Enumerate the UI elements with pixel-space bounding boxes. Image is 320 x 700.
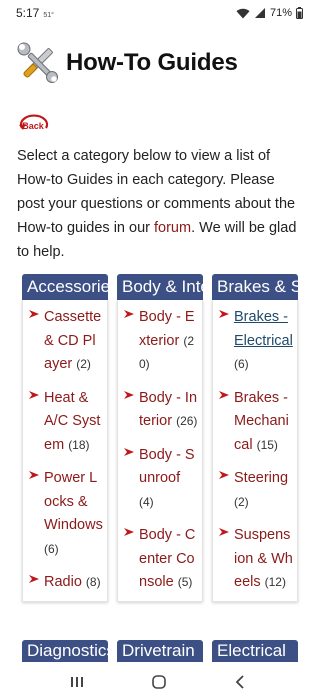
list-item-text: Body - Interior (26) — [139, 387, 198, 434]
list-item[interactable]: Power Locks & Windows (6) — [29, 467, 103, 561]
category-header-diagnostics[interactable]: Diagnostics — [22, 640, 108, 662]
arrow-bullet-icon — [219, 467, 229, 514]
list-item-text: Brakes - Electrical (6) — [234, 306, 293, 377]
list-item-text: Brakes - Mechanical (15) — [234, 387, 293, 458]
guide-count: (18) — [68, 437, 90, 452]
list-item-text: Heat & A/C System (18) — [44, 387, 103, 458]
signal-icon — [254, 7, 266, 19]
guide-link[interactable]: Steering — [234, 470, 288, 486]
list-item[interactable]: Heat & A/C System (18) — [29, 387, 103, 458]
back-label: Back — [22, 121, 45, 131]
arrow-bullet-icon — [124, 306, 134, 377]
intro-text: Select a category below to view a list o… — [17, 144, 302, 264]
home-icon[interactable] — [151, 674, 167, 690]
list-item-text: Body - Exterior (20) — [139, 306, 198, 377]
category-list: Cassette & CD Player (2) Heat & A/C Syst… — [22, 300, 108, 602]
status-time: 5:17 — [16, 6, 40, 20]
list-item-text: Suspension & Wheels (12) — [234, 524, 293, 595]
guide-count: (5) — [177, 575, 193, 589]
back-nav-icon[interactable] — [234, 675, 246, 689]
list-item[interactable]: Body - Exterior (20) — [124, 306, 198, 377]
arrow-bullet-icon — [219, 524, 229, 595]
list-item[interactable]: Suspension & Wheels (12) — [219, 524, 293, 595]
guide-count: (4) — [139, 494, 154, 509]
list-item[interactable]: Cassette & CD Player (2) — [29, 306, 103, 377]
back-button[interactable]: Back — [16, 112, 50, 136]
list-item-text: Steering (2) — [234, 467, 293, 514]
arrow-bullet-icon — [124, 444, 134, 515]
tools-icon — [16, 41, 60, 85]
category-accessories: Accessories Cassette & CD Player (2) Hea… — [22, 274, 108, 636]
list-item[interactable]: Body - Interior (26) — [124, 387, 198, 434]
guide-link[interactable]: Body - Sunroof — [139, 447, 195, 487]
forum-link[interactable]: forum — [154, 220, 191, 236]
arrow-bullet-icon — [124, 387, 134, 434]
category-header[interactable]: Brakes & Suspension — [212, 274, 298, 300]
arrow-bullet-icon — [29, 571, 39, 595]
status-left: 5:17 51° — [16, 6, 54, 20]
list-item-text: Body - Center Console (5) — [139, 524, 198, 595]
status-temperature: 51° — [43, 12, 54, 19]
page-title: How-To Guides — [66, 49, 238, 76]
category-brakes-suspension: Brakes & Suspension Brakes - Electrical … — [212, 274, 298, 636]
arrow-bullet-icon — [29, 467, 39, 561]
list-item[interactable]: Brakes - Electrical (6) — [219, 306, 293, 377]
status-right: 71% — [236, 7, 303, 19]
page-header: How-To Guides — [16, 38, 306, 88]
status-bar: 5:17 51° 71% — [0, 0, 315, 26]
arrow-bullet-icon — [29, 387, 39, 458]
arrow-bullet-icon — [219, 306, 229, 377]
category-header-electrical[interactable]: Electrical — [212, 640, 298, 662]
arrow-bullet-icon — [124, 524, 134, 595]
arrow-bullet-icon — [219, 387, 229, 458]
list-item[interactable]: Radio (8) — [29, 571, 103, 595]
category-header[interactable]: Body & Interior — [117, 274, 203, 300]
battery-icon — [296, 7, 303, 19]
battery-percentage: 71% — [269, 7, 292, 19]
category-list: Body - Exterior (20) Body - Interior (26… — [117, 300, 203, 602]
list-item-text: Radio (8) — [44, 571, 101, 595]
guide-link[interactable]: Power Locks & Windows — [44, 470, 103, 533]
guide-count: (2) — [234, 494, 249, 509]
guide-count: (26) — [176, 414, 198, 428]
arrow-bullet-icon — [29, 306, 39, 377]
guide-count: (8) — [85, 575, 101, 589]
list-item[interactable]: Body - Sunroof (4) — [124, 444, 198, 515]
wifi-icon — [236, 8, 250, 19]
list-item[interactable]: Body - Center Console (5) — [124, 524, 198, 595]
list-item[interactable]: Steering (2) — [219, 467, 293, 514]
guide-count: (6) — [234, 357, 249, 371]
guide-link[interactable]: Brakes - Electrical — [234, 309, 293, 349]
category-header[interactable]: Accessories — [22, 274, 108, 300]
guide-link[interactable]: Radio — [44, 574, 82, 590]
category-headers-row-2: Diagnostics Drivetrain Electrical — [22, 640, 298, 662]
guide-link[interactable]: Cassette & CD Player — [44, 309, 101, 372]
category-body-interior: Body & Interior Body - Exterior (20) Bod… — [117, 274, 203, 636]
list-item[interactable]: Brakes - Mechanical (15) — [219, 387, 293, 458]
guide-count: (6) — [44, 541, 59, 556]
guide-count: (15) — [256, 437, 278, 452]
list-item-text: Cassette & CD Player (2) — [44, 306, 103, 377]
navigation-bar — [0, 664, 315, 700]
guide-count: (2) — [76, 357, 91, 371]
list-item-text: Body - Sunroof (4) — [139, 444, 198, 515]
guide-count: (12) — [264, 575, 286, 589]
category-columns: Accessories Cassette & CD Player (2) Hea… — [22, 274, 298, 636]
category-header-drivetrain[interactable]: Drivetrain — [117, 640, 203, 662]
list-item-text: Power Locks & Windows (6) — [44, 467, 103, 561]
recent-apps-icon[interactable] — [70, 676, 84, 688]
category-list: Brakes - Electrical (6) Brakes - Mechani… — [212, 300, 298, 602]
